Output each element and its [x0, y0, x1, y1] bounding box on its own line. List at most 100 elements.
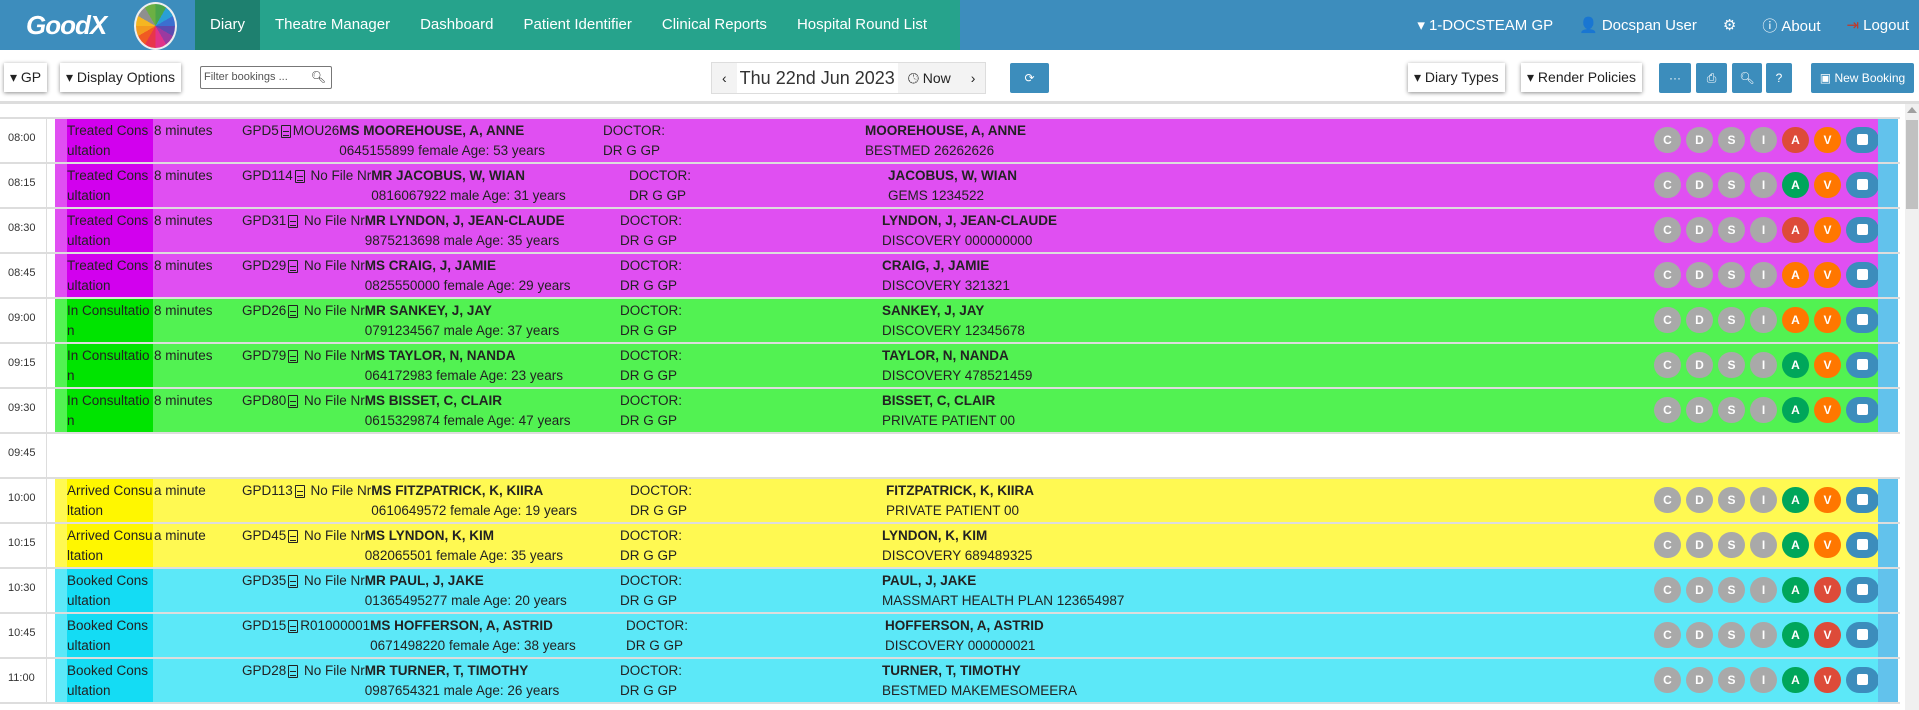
patient-name[interactable]: MS LYNDON, K, KIM [365, 526, 494, 546]
patient-name[interactable]: MS BISSET, C, CLAIR [365, 391, 502, 411]
badge-c[interactable]: C [1654, 262, 1681, 288]
notes-icon[interactable] [1846, 352, 1879, 378]
notes-icon[interactable] [1846, 397, 1879, 423]
badge-c[interactable]: C [1654, 622, 1681, 648]
badge-a[interactable]: A [1782, 487, 1809, 513]
booking-row[interactable]: 10:15 Arrived Consultation a minute GPD4… [0, 522, 1900, 567]
badge-v[interactable]: V [1814, 397, 1841, 423]
patient-name[interactable]: MR LYNDON, J, JEAN-CLAUDE [365, 211, 565, 231]
scrollbar-thumb[interactable] [1906, 120, 1918, 209]
notes-icon[interactable] [1846, 262, 1879, 288]
notes-icon[interactable] [1846, 487, 1879, 513]
badge-a[interactable]: A [1782, 622, 1809, 648]
file-document-icon[interactable] [288, 664, 299, 678]
notes-icon[interactable] [1846, 172, 1879, 198]
badge-v[interactable]: V [1814, 667, 1841, 693]
gp-dropdown[interactable]: ▾ GP [4, 63, 48, 92]
badge-s[interactable]: S [1718, 532, 1745, 558]
badge-d[interactable]: D [1686, 622, 1713, 648]
badge-s[interactable]: S [1718, 127, 1745, 153]
file-document-icon[interactable] [294, 169, 305, 183]
prev-day-button[interactable]: ‹ [712, 63, 737, 93]
badge-s[interactable]: S [1718, 397, 1745, 423]
logout-link[interactable]: ⇥ Logout [1847, 16, 1909, 34]
file-document-icon[interactable] [280, 124, 291, 138]
badge-d[interactable]: D [1686, 487, 1713, 513]
file-document-icon[interactable] [288, 304, 299, 318]
patient-name[interactable]: MS FITZPATRICK, K, KIIRA [371, 481, 543, 501]
badge-c[interactable]: C [1654, 172, 1681, 198]
badge-c[interactable]: C [1654, 397, 1681, 423]
next-day-button[interactable]: › [961, 63, 986, 93]
file-document-icon[interactable] [288, 529, 299, 543]
settings-gear-icon[interactable]: ⚙ [1723, 16, 1736, 34]
booking-row[interactable]: 08:45 Treated Consultation 8 minutes GPD… [0, 252, 1900, 297]
badge-a[interactable]: A [1782, 532, 1809, 558]
badge-i[interactable]: I [1750, 172, 1777, 198]
badge-s[interactable]: S [1718, 262, 1745, 288]
patient-name[interactable]: MR JACOBUS, W, WIAN [371, 166, 525, 186]
patient-name[interactable]: MS HOFFERSON, A, ASTRID [370, 616, 553, 636]
new-booking-button[interactable]: ▣ New Booking [1811, 63, 1914, 93]
diary-types-dropdown[interactable]: ▾ Diary Types [1408, 63, 1505, 92]
file-document-icon[interactable] [288, 349, 299, 363]
badge-s[interactable]: S [1718, 667, 1745, 693]
render-policies-dropdown[interactable]: ▾ Render Policies [1521, 63, 1642, 92]
badge-v[interactable]: V [1814, 307, 1841, 333]
display-options-dropdown[interactable]: ▾ Display Options [60, 63, 181, 92]
badge-i[interactable]: I [1750, 397, 1777, 423]
notes-icon[interactable] [1846, 532, 1879, 558]
tab-clinical-reports[interactable]: Clinical Reports [647, 0, 782, 50]
current-date[interactable]: Thu 22nd Jun 2023 [736, 63, 898, 93]
notes-icon[interactable] [1846, 307, 1879, 333]
scroll-up-arrow-icon[interactable] [1907, 107, 1917, 113]
badge-s[interactable]: S [1718, 352, 1745, 378]
badge-i[interactable]: I [1750, 667, 1777, 693]
badge-c[interactable]: C [1654, 667, 1681, 693]
search-button[interactable]: 🔍︎ [1732, 63, 1762, 93]
notes-icon[interactable] [1846, 622, 1879, 648]
badge-s[interactable]: S [1718, 487, 1745, 513]
badge-v[interactable]: V [1814, 487, 1841, 513]
badge-d[interactable]: D [1686, 532, 1713, 558]
booking-row[interactable]: 09:30 In Consultation 8 minutes GPD80 No… [0, 387, 1900, 432]
badge-c[interactable]: C [1654, 577, 1681, 603]
badge-s[interactable]: S [1718, 217, 1745, 243]
booking-row[interactable]: 08:00 Treated Consultation 8 minutes GPD… [0, 117, 1900, 162]
badge-a[interactable]: A [1782, 127, 1809, 153]
notes-icon[interactable] [1846, 127, 1879, 153]
badge-i[interactable]: I [1750, 532, 1777, 558]
badge-a[interactable]: A [1782, 667, 1809, 693]
patient-name[interactable]: MS CRAIG, J, JAMIE [365, 256, 496, 276]
badge-i[interactable]: I [1750, 352, 1777, 378]
booking-row[interactable]: 08:15 Treated Consultation 8 minutes GPD… [0, 162, 1900, 207]
notes-icon[interactable] [1846, 217, 1879, 243]
tab-hospital-round-list[interactable]: Hospital Round List [782, 0, 942, 50]
badge-v[interactable]: V [1814, 262, 1841, 288]
badge-d[interactable]: D [1686, 127, 1713, 153]
user-menu[interactable]: 👤 Docspan User [1579, 16, 1697, 34]
help-button[interactable]: ? [1766, 63, 1792, 93]
tab-patient-identifier[interactable]: Patient Identifier [508, 0, 646, 50]
booking-row[interactable]: 10:00 Arrived Consultation a minute GPD1… [0, 477, 1900, 522]
patient-name[interactable]: MS TAYLOR, N, NANDA [365, 346, 516, 366]
booking-row[interactable]: 09:15 In Consultation 8 minutes GPD79 No… [0, 342, 1900, 387]
badge-v[interactable]: V [1814, 217, 1841, 243]
badge-i[interactable]: I [1750, 262, 1777, 288]
booking-row[interactable]: 09:00 In Consultation 8 minutes GPD26 No… [0, 297, 1900, 342]
badge-a[interactable]: A [1782, 217, 1809, 243]
more-options-button[interactable]: ··· [1659, 63, 1691, 93]
badge-c[interactable]: C [1654, 127, 1681, 153]
refresh-button[interactable]: ⟳ [1010, 63, 1049, 93]
patient-name[interactable]: MR SANKEY, J, JAY [365, 301, 492, 321]
badge-a[interactable]: A [1782, 577, 1809, 603]
badge-v[interactable]: V [1814, 622, 1841, 648]
badge-i[interactable]: I [1750, 127, 1777, 153]
badge-s[interactable]: S [1718, 577, 1745, 603]
file-document-icon[interactable] [288, 574, 299, 588]
file-document-icon[interactable] [288, 214, 299, 228]
notes-icon[interactable] [1846, 577, 1879, 603]
badge-a[interactable]: A [1782, 352, 1809, 378]
badge-v[interactable]: V [1814, 577, 1841, 603]
filter-bookings-input[interactable]: Filter bookings ... 🔍︎ [200, 66, 332, 89]
